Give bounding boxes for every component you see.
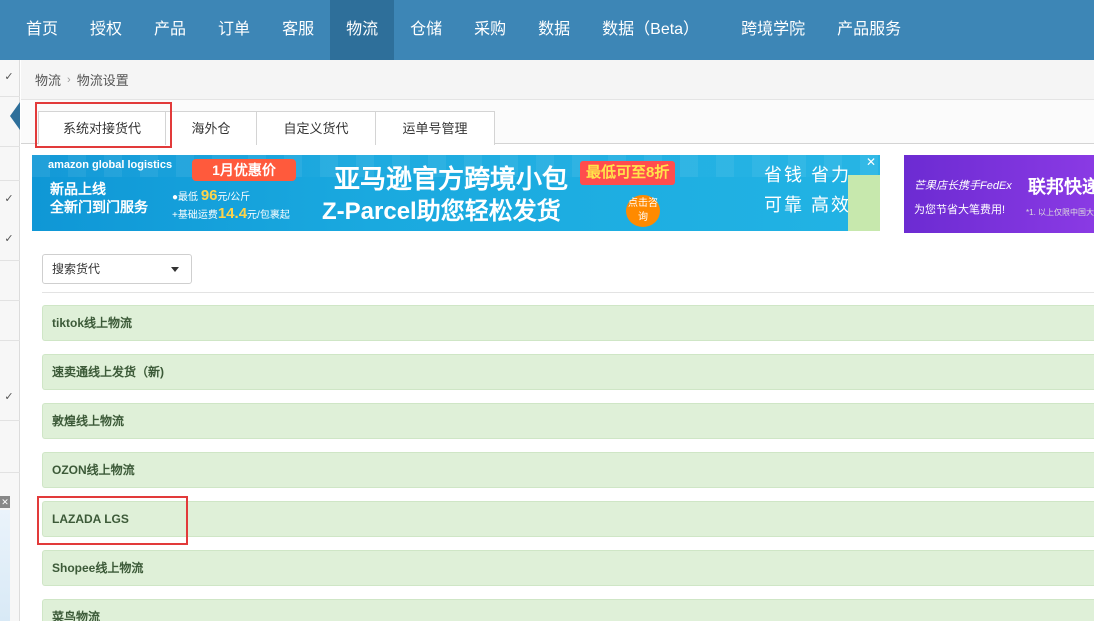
sidebar-divider bbox=[0, 340, 20, 341]
breadcrumb: 物流 › 物流设置 bbox=[21, 60, 1094, 100]
sidebar-divider bbox=[0, 300, 20, 301]
discount-tag: 最低可至8折 bbox=[580, 161, 676, 185]
chevron-down-icon[interactable]: ✓ bbox=[2, 390, 16, 404]
sidebar-divider bbox=[0, 146, 20, 147]
caret-down-icon bbox=[171, 267, 179, 272]
sidebar-divider bbox=[0, 420, 20, 421]
nav-data-beta[interactable]: 数据（Beta） bbox=[586, 0, 725, 60]
row-highlight-box bbox=[37, 496, 188, 545]
sidebar-divider bbox=[0, 472, 20, 473]
banner2-text3: 为您节省大笔费用! bbox=[914, 204, 1006, 216]
close-icon[interactable]: ✕ bbox=[0, 496, 10, 508]
house-illustration bbox=[848, 175, 880, 231]
banner-right-line1: 省钱 省力 bbox=[764, 165, 852, 185]
top-navigation: 首页 授权 产品 订单 客服 物流 仓储 采购 数据 数据（Beta） 跨境学院… bbox=[0, 0, 1094, 60]
sidebar-divider bbox=[0, 96, 20, 97]
logistics-row-ozon[interactable]: OZON线上物流 bbox=[42, 452, 1094, 488]
tab-custom-forwarder[interactable]: 自定义货代 bbox=[256, 111, 376, 145]
logistics-row-dhgate[interactable]: 敦煌线上物流 bbox=[42, 403, 1094, 439]
left-sidebar: ✓ ✓ ✓ ✓ ✕ bbox=[0, 60, 20, 621]
logistics-row-shopee[interactable]: Shopee线上物流 bbox=[42, 550, 1094, 586]
banner-line2: 全新门到门服务 bbox=[50, 199, 148, 215]
nav-home[interactable]: 首页 bbox=[0, 0, 74, 60]
nav-products[interactable]: 产品 bbox=[138, 0, 202, 60]
price-line-1: ●最低 96元/公斤 bbox=[172, 187, 251, 204]
nav-purchasing[interactable]: 采购 bbox=[458, 0, 522, 60]
nav-warehouse[interactable]: 仓储 bbox=[394, 0, 458, 60]
nav-product-services[interactable]: 产品服务 bbox=[821, 0, 917, 60]
chevron-down-icon[interactable]: ✓ bbox=[2, 192, 16, 206]
close-icon[interactable]: ✕ bbox=[866, 155, 876, 169]
logistics-row-aliexpress[interactable]: 速卖通线上发货（新) bbox=[42, 354, 1094, 390]
active-section-marker bbox=[10, 102, 20, 130]
logistics-row-tiktok[interactable]: tiktok线上物流 bbox=[42, 305, 1094, 341]
logistics-row-lazada[interactable]: LAZADA LGS bbox=[42, 501, 1094, 537]
forwarder-search-select[interactable]: 搜索货代 bbox=[42, 254, 192, 284]
sidebar-divider bbox=[0, 180, 20, 181]
nav-data[interactable]: 数据 bbox=[522, 0, 586, 60]
chevron-down-icon[interactable]: ✓ bbox=[2, 70, 16, 84]
banner-subheadline: Z-Parcel助您轻松发货 bbox=[322, 198, 561, 225]
tab-highlight-box bbox=[35, 102, 172, 148]
banner-right-line2: 可靠 高效 bbox=[764, 195, 852, 215]
banner2-text1: 芒果店长携手FedEx bbox=[914, 180, 1012, 192]
breadcrumb-parent[interactable]: 物流 bbox=[35, 70, 61, 89]
nav-logistics[interactable]: 物流 bbox=[330, 0, 395, 60]
consult-button[interactable]: 点击咨询 bbox=[626, 195, 660, 227]
search-select-label: 搜索货代 bbox=[52, 262, 101, 276]
amazon-logo: amazon global logistics bbox=[48, 159, 173, 171]
nav-academy[interactable]: 跨境学院 bbox=[725, 0, 821, 60]
nav-customer-service[interactable]: 客服 bbox=[266, 0, 330, 60]
banner2-text4: *1. 以上仅限中国大 bbox=[1026, 208, 1094, 217]
chevron-down-icon[interactable]: ✓ bbox=[2, 232, 16, 246]
price-line-2: +基础运费14.4元/包裹起 bbox=[172, 205, 290, 222]
breadcrumb-current: 物流设置 bbox=[76, 73, 129, 88]
nav-authorization[interactable]: 授权 bbox=[74, 0, 138, 60]
amazon-ad-banner[interactable]: amazon global logistics 新品上线 全新门到门服务 1月优… bbox=[32, 155, 880, 231]
logistics-row-cainiao[interactable]: 菜鸟物流 bbox=[42, 599, 1094, 621]
side-ad[interactable] bbox=[0, 510, 10, 621]
tab-overseas-warehouse[interactable]: 海外仓 bbox=[165, 111, 257, 145]
tab-tracking-number[interactable]: 运单号管理 bbox=[375, 111, 495, 145]
sidebar-divider bbox=[0, 260, 20, 261]
fedex-ad-banner[interactable]: 芒果店长携手FedEx 联邦快递 为您节省大笔费用! *1. 以上仅限中国大 bbox=[904, 155, 1094, 233]
banner-line1: 新品上线 bbox=[50, 181, 106, 197]
nav-orders[interactable]: 订单 bbox=[202, 0, 266, 60]
banner2-text2: 联邦快递 bbox=[1028, 177, 1094, 197]
chevron-right-icon: › bbox=[67, 73, 71, 86]
promo-pill: 1月优惠价 bbox=[192, 159, 296, 181]
panel-divider bbox=[42, 292, 1094, 293]
